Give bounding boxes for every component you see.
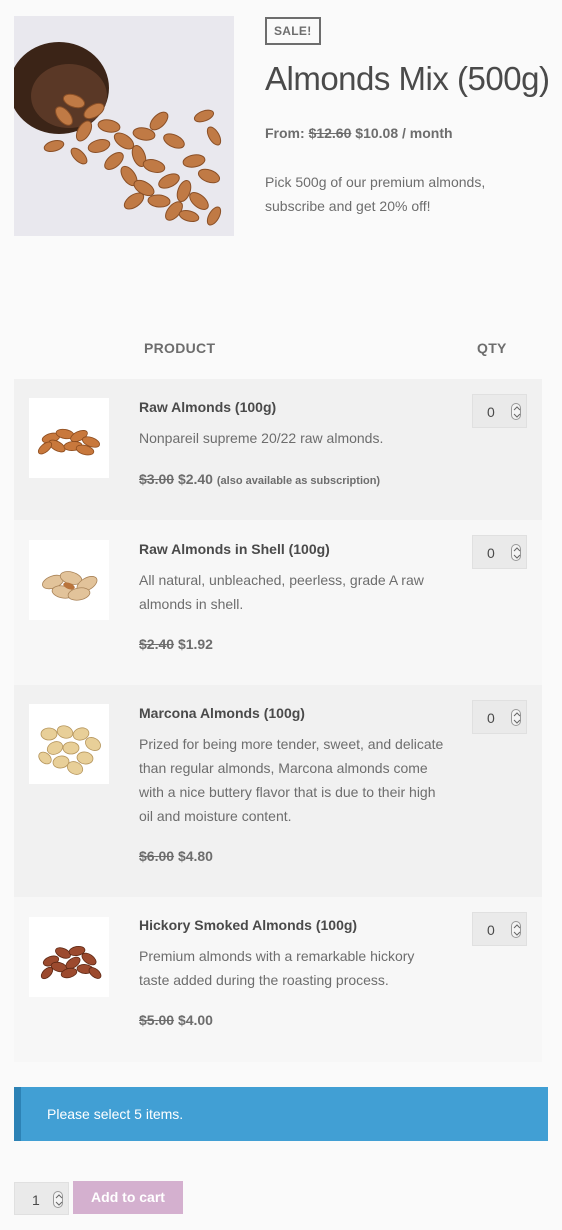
product-thumbnail[interactable] — [29, 917, 109, 997]
table-row: Raw Almonds (100g) Nonpareil supreme 20/… — [14, 379, 542, 520]
item-price: $2.40 $1.92 — [139, 636, 213, 652]
product-title: Almonds Mix (500g) — [265, 60, 550, 97]
selection-notice: Please select 5 items. — [14, 1087, 548, 1141]
item-sale-price: $4.80 — [177, 848, 213, 864]
subscription-note: (also available as subscription) — [216, 475, 381, 487]
quantity-stepper[interactable]: 0 — [472, 912, 527, 946]
item-original-price: $2.40 — [139, 636, 175, 652]
quantity-value: 0 — [487, 545, 495, 561]
table-row: Marcona Almonds (100g) Prized for being … — [14, 685, 542, 897]
quantity-value: 0 — [487, 710, 495, 726]
quantity-stepper[interactable]: 0 — [472, 394, 527, 428]
stepper-arrows-icon[interactable] — [511, 709, 521, 726]
stepper-arrows-icon[interactable] — [511, 921, 521, 938]
notice-text: Please select 5 items. — [47, 1106, 184, 1122]
item-original-price: $5.00 — [139, 1012, 175, 1028]
product-thumbnail[interactable] — [29, 704, 109, 784]
column-header-qty: QTY — [477, 340, 507, 356]
almonds-bowl-image — [14, 42, 222, 226]
item-sale-price: $2.40 — [177, 471, 213, 487]
stepper-arrows-icon[interactable] — [511, 544, 521, 561]
item-sale-price: $4.00 — [177, 1012, 213, 1028]
item-title[interactable]: Raw Almonds in Shell (100g) — [139, 541, 330, 557]
quantity-stepper[interactable]: 0 — [472, 535, 527, 569]
price-period: / month — [402, 125, 453, 141]
cart-quantity-value: 1 — [32, 1192, 40, 1208]
item-title[interactable]: Marcona Almonds (100g) — [139, 705, 305, 721]
item-price: $6.00 $4.80 — [139, 848, 213, 864]
quantity-value: 0 — [487, 922, 495, 938]
table-row: Hickory Smoked Almonds (100g) Premium al… — [14, 897, 542, 1062]
product-thumbnail[interactable] — [29, 540, 109, 620]
item-description: Premium almonds with a remarkable hickor… — [139, 948, 415, 988]
original-price: $12.60 — [308, 125, 352, 141]
quantity-stepper[interactable]: 0 — [472, 700, 527, 734]
raw-almonds-image — [37, 428, 100, 456]
product-thumbnail[interactable] — [29, 398, 109, 478]
column-header-product: PRODUCT — [144, 340, 216, 356]
item-price: $5.00 $4.00 — [139, 1012, 213, 1028]
price-prefix: From: — [265, 125, 305, 141]
item-description: Prized for being more tender, sweet, and… — [139, 736, 444, 824]
cart-quantity-stepper[interactable]: 1 — [14, 1182, 69, 1215]
quantity-value: 0 — [487, 404, 495, 420]
item-title[interactable]: Hickory Smoked Almonds (100g) — [139, 917, 357, 933]
item-price: $3.00 $2.40 (also available as subscript… — [139, 471, 380, 487]
marcona-almonds-image — [38, 725, 101, 775]
product-short-description: Pick 500g of our premium almonds, subscr… — [265, 174, 486, 214]
sale-price: $10.08 — [355, 125, 399, 141]
item-description: All natural, unbleached, peerless, grade… — [139, 572, 424, 612]
add-to-cart-button[interactable]: Add to cart — [73, 1181, 183, 1214]
almonds-in-shell-image — [42, 571, 98, 601]
table-row: Raw Almonds in Shell (100g) All natural,… — [14, 520, 542, 685]
item-original-price: $6.00 — [139, 848, 175, 864]
item-sale-price: $1.92 — [177, 636, 213, 652]
bundle-items-table: Raw Almonds (100g) Nonpareil supreme 20/… — [14, 379, 542, 1062]
sale-badge: SALE! — [265, 17, 321, 45]
item-description: Nonpareil supreme 20/22 raw almonds. — [139, 430, 384, 446]
stepper-arrows-icon[interactable] — [511, 403, 521, 420]
product-image[interactable] — [14, 16, 234, 236]
product-price: From: $12.60 $10.08 / month — [265, 125, 453, 141]
smoked-almonds-image — [40, 945, 102, 980]
item-title[interactable]: Raw Almonds (100g) — [139, 399, 276, 415]
item-original-price: $3.00 — [139, 471, 175, 487]
stepper-arrows-icon[interactable] — [53, 1191, 63, 1208]
